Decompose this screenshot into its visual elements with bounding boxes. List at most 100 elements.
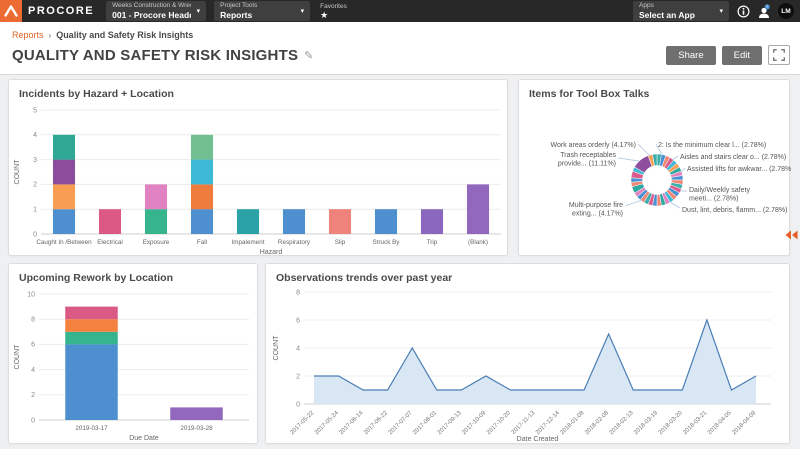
- svg-text:Trip: Trip: [427, 239, 438, 246]
- project-name: 001 - Procore Headquart...: [112, 10, 190, 20]
- svg-text:Trash receptables: Trash receptables: [560, 152, 616, 159]
- breadcrumb-separator-icon: ›: [49, 31, 52, 40]
- svg-text:Respiratory: Respiratory: [278, 239, 311, 246]
- card-observations-trends: Observations trends over past year 02468…: [265, 263, 790, 444]
- svg-text:exting... (4.17%): exting... (4.17%): [572, 211, 623, 218]
- card-incidents-by-hazard: Incidents by Hazard + Location 0 1 2 3 4 5 Cau…: [8, 79, 508, 256]
- info-icon[interactable]: [737, 5, 750, 18]
- procore-logo[interactable]: [0, 0, 22, 22]
- tools-value: Reports: [220, 10, 257, 20]
- fullscreen-button[interactable]: [768, 45, 790, 65]
- apps-value: Select an App: [639, 10, 695, 20]
- breadcrumb-reports-link[interactable]: Reports: [12, 30, 44, 40]
- svg-text:2: 2: [31, 392, 35, 399]
- chart-title: Incidents by Hazard + Location: [19, 88, 174, 100]
- svg-text:6: 6: [31, 342, 35, 349]
- svg-text:Exposure: Exposure: [143, 239, 170, 246]
- svg-text:5: 5: [33, 107, 37, 114]
- svg-text:2017-10-20: 2017-10-20: [486, 410, 512, 436]
- svg-text:Slip: Slip: [335, 239, 346, 246]
- svg-text:2: 2: [33, 182, 37, 189]
- svg-text:2017-06-14: 2017-06-14: [339, 410, 365, 436]
- svg-text:Electrical: Electrical: [97, 239, 123, 246]
- observations-area-chart: 024682017-05-222017-05-242017-06-142017-…: [266, 264, 791, 445]
- chevron-down-icon: ▾: [197, 7, 201, 15]
- svg-text:Fall: Fall: [197, 239, 207, 246]
- svg-text:2018-04-09: 2018-04-09: [731, 410, 757, 436]
- edit-title-pencil-icon[interactable]: ✎: [304, 49, 313, 62]
- support-person-icon[interactable]: ?: [757, 4, 771, 19]
- dashboard-content: Incidents by Hazard + Location 0 1 2 3 4 5 Cau…: [0, 75, 800, 449]
- svg-text:0: 0: [33, 231, 37, 238]
- svg-text:provide... (11.11%): provide... (11.11%): [558, 161, 616, 168]
- svg-text:2017-10-09: 2017-10-09: [461, 410, 487, 436]
- svg-text:2019-03-28: 2019-03-28: [180, 425, 213, 432]
- apps-dropdown[interactable]: Apps Select an App ▾: [633, 1, 729, 21]
- svg-text:3: 3: [33, 157, 37, 164]
- svg-text:2018-02-08: 2018-02-08: [584, 410, 610, 436]
- incidents-stacked-bar-chart: 0 1 2 3 4 5 Caught In /Between Electrical Exposu…: [9, 80, 509, 257]
- collapse-panel-toggle[interactable]: [785, 227, 798, 245]
- project-selector-dropdown[interactable]: Weeks Construction & Wreckl... 001 - Pro…: [106, 1, 206, 21]
- svg-text:6: 6: [296, 317, 300, 324]
- svg-text:10: 10: [27, 291, 35, 298]
- svg-text:(Blank): (Blank): [468, 239, 488, 246]
- svg-text:Aisles and stairs clear o... (: Aisles and stairs clear o... (2.78%): [680, 154, 786, 161]
- chart-title: Observations trends over past year: [276, 272, 452, 284]
- svg-text:4: 4: [31, 367, 35, 374]
- edit-button[interactable]: Edit: [722, 46, 762, 65]
- svg-text:Date Created: Date Created: [517, 436, 559, 443]
- card-tool-box-talks: Items for Tool Box Talks Work areas orde…: [518, 79, 790, 256]
- svg-text:Impalement: Impalement: [232, 239, 265, 246]
- svg-text:Daily/Weekly safety: Daily/Weekly safety: [689, 187, 750, 194]
- svg-text:2018-03-21: 2018-03-21: [682, 410, 708, 436]
- svg-text:2018-03-20: 2018-03-20: [658, 410, 684, 436]
- svg-text:2017-05-22: 2017-05-22: [289, 410, 315, 436]
- chevron-down-icon: ▾: [301, 7, 305, 15]
- card-upcoming-rework: Upcoming Rework by Location 02468102019-…: [8, 263, 258, 444]
- expand-icon: [773, 49, 785, 61]
- svg-text:2017-12-14: 2017-12-14: [535, 410, 561, 436]
- svg-text:2017-08-01: 2017-08-01: [412, 410, 438, 436]
- svg-text:COUNT: COUNT: [14, 344, 21, 370]
- apps-label: Apps: [639, 2, 695, 10]
- project-tools-dropdown[interactable]: Project Tools Reports ▾: [214, 1, 310, 21]
- svg-text:COUNT: COUNT: [14, 159, 21, 185]
- svg-text:2017-05-24: 2017-05-24: [314, 410, 340, 436]
- double-left-arrow-icon: [785, 230, 798, 240]
- page-header: Reports › Quality and Safety Risk Insigh…: [0, 22, 800, 75]
- user-avatar[interactable]: LM: [778, 3, 794, 19]
- svg-text:8: 8: [31, 317, 35, 324]
- svg-text:2017-06-22: 2017-06-22: [363, 410, 389, 436]
- svg-text:2017-07-07: 2017-07-07: [388, 410, 414, 436]
- chart-title: Items for Tool Box Talks: [529, 88, 649, 100]
- tools-label: Project Tools: [220, 2, 257, 10]
- svg-text:Due Date: Due Date: [129, 435, 159, 442]
- svg-text:4: 4: [33, 132, 37, 139]
- star-icon: ★: [320, 11, 347, 20]
- svg-text:meeti... (2.78%): meeti... (2.78%): [689, 196, 738, 203]
- svg-text:0: 0: [296, 401, 300, 408]
- svg-text:4: 4: [296, 345, 300, 352]
- brand-wordmark: PROCORE: [28, 5, 94, 17]
- svg-text:2018-03-19: 2018-03-19: [633, 410, 659, 436]
- favorites-toggle[interactable]: Favorites ★: [320, 1, 347, 21]
- svg-text:8: 8: [296, 289, 300, 296]
- share-button[interactable]: Share: [666, 46, 715, 65]
- svg-text:COUNT: COUNT: [273, 335, 280, 361]
- svg-text:Caught In /Between: Caught In /Between: [36, 239, 92, 246]
- toolbox-donut-chart: Work areas orderly (4.17%) Trash receptab…: [519, 80, 791, 257]
- svg-text:2019-03-17: 2019-03-17: [75, 425, 108, 432]
- svg-text:Struck By: Struck By: [373, 239, 401, 246]
- svg-text:1: 1: [33, 207, 37, 214]
- rework-stacked-bar-chart: 02468102019-03-172019-03-28Due DateCOUNT: [9, 264, 259, 445]
- svg-text:2018-02-13: 2018-02-13: [609, 410, 635, 436]
- chart-title: Upcoming Rework by Location: [19, 272, 173, 284]
- svg-text:Multi-purpose fire: Multi-purpose fire: [569, 202, 623, 209]
- svg-text:2: 2: [296, 373, 300, 380]
- svg-text:Work areas orderly (4.17%): Work areas orderly (4.17%): [551, 142, 636, 149]
- breadcrumb: Reports › Quality and Safety Risk Insigh…: [0, 22, 800, 40]
- svg-text:2018-04-05: 2018-04-05: [707, 410, 733, 436]
- chevron-down-icon: ▾: [719, 7, 723, 15]
- breadcrumb-current: Quality and Safety Risk Insights: [56, 30, 193, 40]
